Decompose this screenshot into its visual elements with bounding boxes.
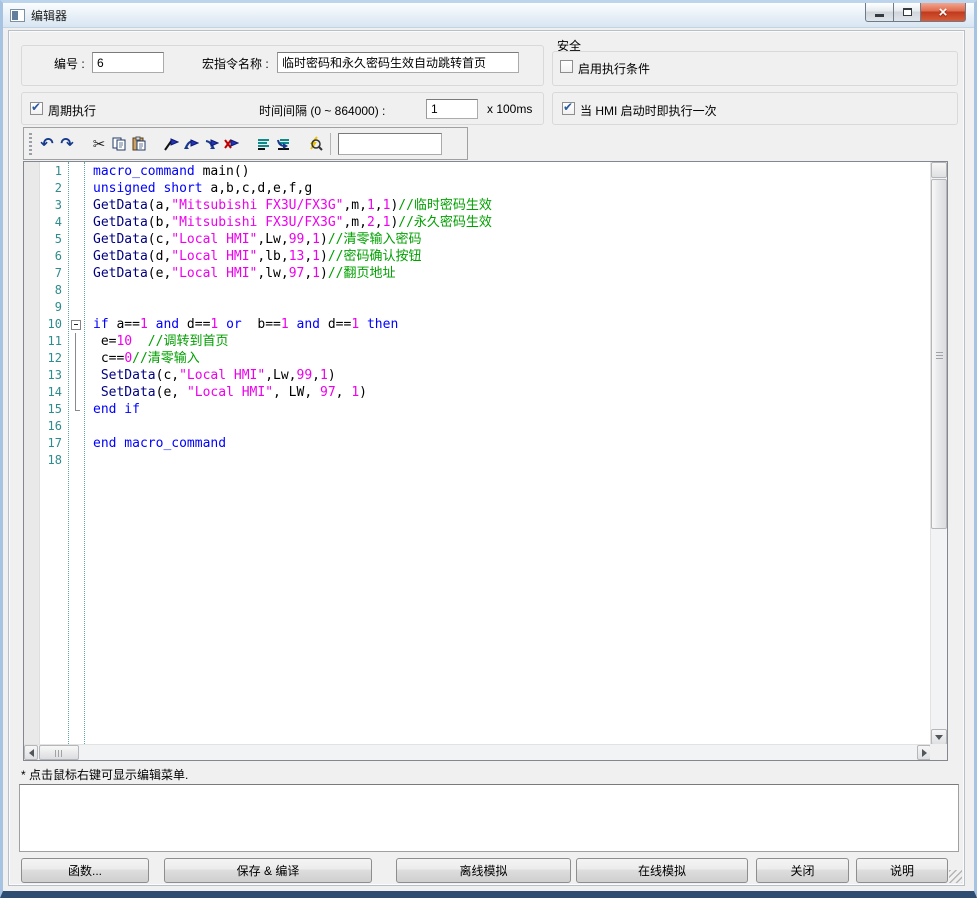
security-groupbox: 启用执行条件 bbox=[552, 51, 958, 86]
macro-id-input[interactable] bbox=[92, 52, 164, 73]
maximize-icon bbox=[903, 8, 912, 16]
code-line: 11 e=10 //调转到首页 bbox=[24, 333, 930, 350]
edit-menu-hint: * 点击鼠标右键可显示编辑菜单. bbox=[21, 766, 188, 783]
toolbar-separator bbox=[330, 133, 331, 155]
minimize-button[interactable] bbox=[865, 3, 894, 22]
code-line: 8 bbox=[24, 282, 930, 299]
redo-icon[interactable]: ↷ bbox=[57, 134, 77, 154]
code-line: 14 SetData(e, "Local HMI", LW, 97, 1) bbox=[24, 384, 930, 401]
fold-line bbox=[68, 350, 84, 367]
periodic-groupbox: 周期执行 时间间隔 (0 ~ 864000) : x 100ms bbox=[21, 92, 544, 125]
run-on-startup-label: 当 HMI 启动时即执行一次 bbox=[580, 102, 717, 119]
code-line: 16 bbox=[24, 418, 930, 435]
maximize-button[interactable] bbox=[894, 3, 921, 22]
find-input[interactable] bbox=[338, 133, 442, 155]
code-line: 15end if bbox=[24, 401, 930, 418]
paste-icon[interactable] bbox=[129, 134, 149, 154]
main-panel: 编号 : 宏指令名称 : 安全 启用执行条件 周期执行 时间间隔 (0 ~ 86… bbox=[8, 30, 965, 886]
fold-line bbox=[68, 401, 84, 418]
macro-id-label: 编号 : bbox=[54, 55, 85, 72]
message-area[interactable] bbox=[19, 784, 959, 852]
fold-line bbox=[68, 384, 84, 401]
code-line: 2unsigned short a,b,c,d,e,f,g bbox=[24, 180, 930, 197]
scroll-right-button[interactable] bbox=[917, 745, 931, 760]
window-title: 编辑器 bbox=[31, 7, 67, 24]
interval-label: 时间间隔 (0 ~ 864000) : bbox=[259, 102, 385, 119]
periodic-checkbox[interactable] bbox=[30, 102, 43, 115]
code-view[interactable]: 1macro_command main()2unsigned short a,b… bbox=[24, 162, 930, 744]
client-area: 编号 : 宏指令名称 : 安全 启用执行条件 周期执行 时间间隔 (0 ~ 86… bbox=[3, 28, 974, 891]
help-button[interactable]: 说明 bbox=[856, 858, 948, 883]
resize-grip[interactable] bbox=[949, 870, 962, 883]
run-on-startup-checkbox[interactable] bbox=[562, 102, 575, 115]
close-dialog-button[interactable]: 关闭 bbox=[756, 858, 849, 883]
online-sim-button[interactable]: 在线模拟 bbox=[576, 858, 748, 883]
clear-bookmarks-icon[interactable] bbox=[221, 134, 241, 154]
titlebar: 编辑器 bbox=[3, 3, 974, 28]
interval-unit-label: x 100ms bbox=[487, 102, 532, 116]
cut-icon[interactable]: ✂ bbox=[89, 134, 109, 154]
code-line: 5GetData(c,"Local HMI",Lw,99,1)//清零输入密码 bbox=[24, 231, 930, 248]
enable-condition-checkbox[interactable] bbox=[560, 60, 573, 73]
goto-line-icon[interactable] bbox=[253, 134, 273, 154]
scroll-up-button[interactable] bbox=[931, 162, 947, 178]
undo-icon[interactable]: ↶ bbox=[37, 134, 57, 154]
scroll-left-button[interactable] bbox=[24, 745, 38, 760]
horizontal-scrollbar[interactable] bbox=[24, 744, 930, 760]
offline-sim-button[interactable]: 离线模拟 bbox=[396, 858, 571, 883]
button-row: 函数... 保存 & 编译 离线模拟 在线模拟 关闭 说明 bbox=[9, 858, 964, 883]
fold-line bbox=[68, 333, 84, 350]
fold-toggle-icon[interactable] bbox=[68, 316, 84, 333]
functions-button[interactable]: 函数... bbox=[21, 858, 149, 883]
toolbar: ↶ ↷ ✂ bbox=[23, 127, 468, 160]
periodic-label: 周期执行 bbox=[48, 102, 96, 119]
code-editor[interactable]: 1macro_command main()2unsigned short a,b… bbox=[23, 161, 948, 761]
code-line: 12 c==0//清零输入 bbox=[24, 350, 930, 367]
save-compile-button[interactable]: 保存 & 编译 bbox=[164, 858, 372, 883]
interval-input[interactable] bbox=[426, 99, 478, 119]
scrollbar-corner bbox=[930, 744, 947, 760]
minimize-icon bbox=[875, 14, 884, 17]
code-line: 10if a==1 and d==1 or b==1 and d==1 then bbox=[24, 316, 930, 333]
close-icon: × bbox=[939, 5, 948, 20]
horizontal-scroll-thumb[interactable] bbox=[39, 745, 79, 760]
toolbar-gripper[interactable] bbox=[29, 133, 32, 155]
code-line: 13 SetData(c,"Local HMI",Lw,99,1) bbox=[24, 367, 930, 384]
editor-window: 编辑器 × 编号 : 宏指令名称 : 安全 启用执行条件 周期执行 时间间隔 (… bbox=[0, 0, 977, 898]
code-line: 17end macro_command bbox=[24, 435, 930, 452]
vertical-scroll-thumb[interactable] bbox=[931, 179, 947, 529]
code-lines: 1macro_command main()2unsigned short a,b… bbox=[24, 163, 930, 469]
code-line: 9 bbox=[24, 299, 930, 316]
enable-condition-label: 启用执行条件 bbox=[578, 60, 650, 77]
fold-line bbox=[68, 367, 84, 384]
code-line: 18 bbox=[24, 452, 930, 469]
previous-bookmark-icon[interactable] bbox=[201, 134, 221, 154]
code-line: 4GetData(b,"Mitsubishi FX3U/FX3G",m,2,1)… bbox=[24, 214, 930, 231]
copy-icon[interactable] bbox=[109, 134, 129, 154]
vertical-scrollbar[interactable] bbox=[930, 162, 947, 744]
return-line-icon[interactable] bbox=[273, 134, 293, 154]
code-line: 3GetData(a,"Mitsubishi FX3U/FX3G",m,1,1)… bbox=[24, 197, 930, 214]
macro-name-label: 宏指令名称 : bbox=[202, 55, 269, 72]
code-line: 7GetData(e,"Local HMI",lw,97,1)//翻页地址 bbox=[24, 265, 930, 282]
close-button[interactable]: × bbox=[921, 3, 966, 22]
scroll-down-button[interactable] bbox=[931, 729, 947, 745]
next-bookmark-icon[interactable] bbox=[181, 134, 201, 154]
app-icon bbox=[10, 9, 25, 22]
macro-name-input[interactable] bbox=[277, 52, 519, 73]
find-icon[interactable] bbox=[305, 134, 325, 154]
code-line: 6GetData(d,"Local HMI",lb,13,1)//密码确认按钮 bbox=[24, 248, 930, 265]
code-line: 1macro_command main() bbox=[24, 163, 930, 180]
toggle-bookmark-icon[interactable] bbox=[161, 134, 181, 154]
startup-groupbox: 当 HMI 启动时即执行一次 bbox=[552, 92, 958, 125]
